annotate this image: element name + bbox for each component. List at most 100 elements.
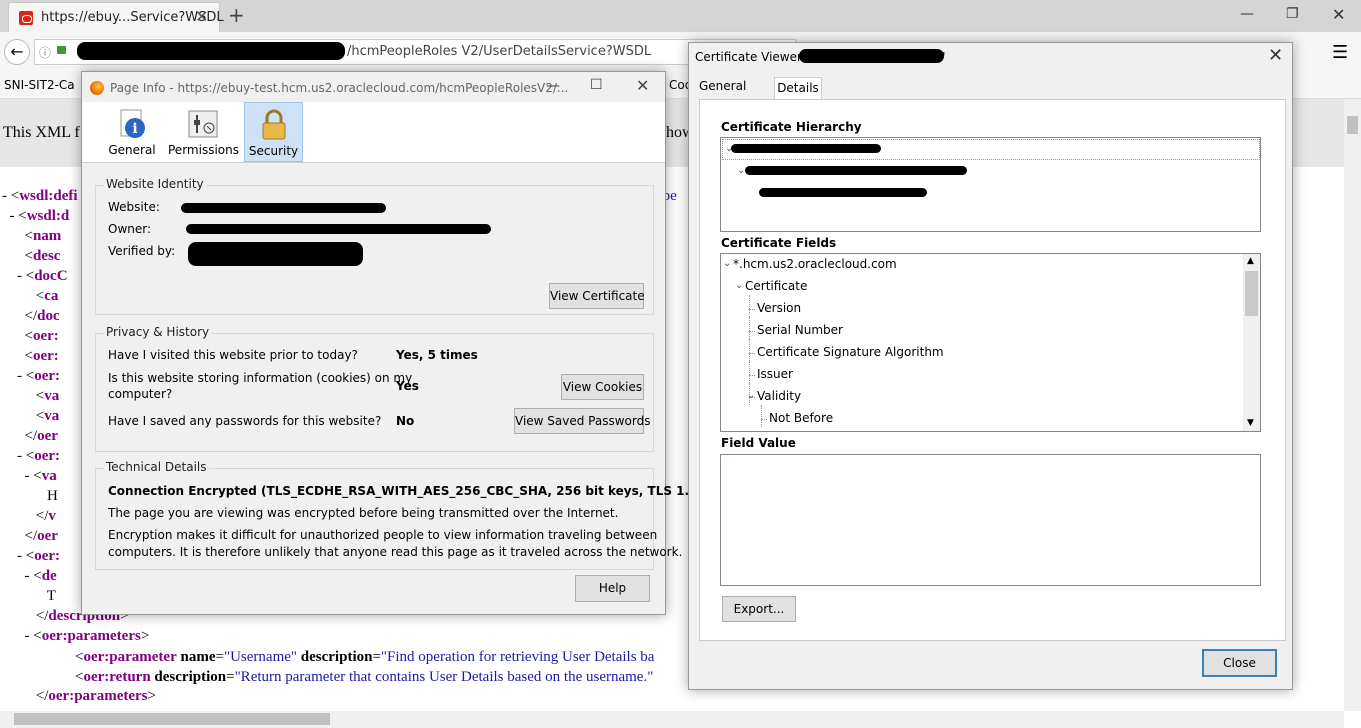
tab-close-icon[interactable]: ✕ (195, 7, 208, 26)
minimize-button[interactable]: — (546, 78, 560, 94)
xml-prefix: </ (2, 688, 49, 704)
close-button[interactable]: Close (1202, 649, 1277, 677)
window-minimize-button[interactable]: — (1240, 6, 1254, 22)
lock-icon (57, 46, 66, 54)
xml-line: - <docC (2, 268, 68, 285)
field-value-box[interactable] (720, 454, 1261, 586)
certificate-field-item[interactable]: Version (757, 301, 801, 315)
lock-icon (262, 109, 285, 140)
tab-security[interactable]: Security (244, 102, 303, 162)
certificate-field-item[interactable]: Not Before (769, 411, 833, 425)
xml-rest: > (147, 688, 156, 704)
xml-tag: oer (37, 528, 58, 544)
scroll-up-icon[interactable]: ▲ (1247, 256, 1254, 266)
cookies-question-cont: computer? (108, 387, 173, 401)
chevron-down-icon[interactable]: ⌄ (747, 390, 755, 401)
certificate-field-item[interactable]: *.hcm.us2.oraclecloud.com (733, 257, 897, 271)
close-icon[interactable]: ✕ (1268, 45, 1283, 66)
page-info-dialog: Page Info - https://ebuy-test.hcm.us2.or… (81, 71, 703, 615)
group-heading: Technical Details (104, 460, 209, 474)
verified-by-label: Verified by: (108, 244, 176, 258)
xml-prefix: - < (2, 628, 42, 644)
new-tab-button[interactable]: + (228, 3, 245, 27)
xml-tag: va (44, 408, 60, 424)
horizontal-scroll-thumb[interactable] (14, 713, 330, 725)
back-button[interactable]: ← (4, 39, 30, 65)
xml-line: <va (2, 388, 59, 405)
certificate-field-item[interactable]: Certificate Signature Algorithm (757, 345, 944, 359)
tab-label: Security (248, 144, 299, 158)
tab-general[interactable]: General (699, 79, 746, 93)
xml-line: </oer (2, 528, 58, 545)
scroll-down-icon[interactable]: ▼ (1247, 418, 1254, 428)
xml-tag: wsdl:d (26, 208, 70, 224)
tree-connector (749, 375, 755, 376)
xml-tag: nam (32, 228, 62, 244)
xml-value: "Username" (223, 649, 298, 665)
xml-tag: doc (37, 308, 60, 324)
page-info-tabs: i General Permissions Security (82, 102, 665, 163)
view-saved-passwords-button[interactable]: View Saved Passwords (514, 408, 650, 434)
info-icon[interactable]: ⓘ (39, 44, 51, 61)
tab-general[interactable]: i General (107, 102, 157, 160)
banner-text: This XML f (3, 124, 80, 141)
xml-tag: va (44, 388, 60, 404)
tree-connector (761, 419, 767, 420)
fields-scroll-thumb[interactable] (1245, 271, 1258, 316)
xml-line: </oer (2, 428, 58, 445)
certificate-field-item[interactable]: Validity (757, 389, 801, 403)
url-text: /hcmPeopleRoles V2/UserDetailsService?WS… (347, 44, 652, 59)
xml-prefix: - < (2, 368, 35, 384)
certificate-field-item[interactable]: Issuer (757, 367, 793, 381)
xml-line: <ca (2, 288, 59, 305)
xml-line: - <oer: (2, 448, 60, 465)
cookies-question: Is this website storing information (coo… (108, 371, 413, 385)
chevron-down-icon[interactable]: ⌄ (723, 258, 731, 269)
xml-prefix: - < (2, 468, 42, 484)
bookmark-item[interactable]: SNI-SIT2-Ca (4, 78, 75, 92)
redaction-mark (186, 224, 491, 234)
maximize-button[interactable]: ☐ (590, 77, 603, 93)
redaction-mark (799, 49, 944, 63)
xml-tag: oer: (34, 368, 61, 384)
hierarchy-heading: Certificate Hierarchy (721, 120, 862, 134)
xml-tag: oer:parameters (41, 628, 141, 644)
vertical-scroll-thumb[interactable] (1347, 116, 1358, 134)
certificate-fields-tree[interactable]: ⌄ *.hcm.us2.oraclecloud.com ⌄ Certificate Ve… (720, 253, 1261, 432)
xml-tag: desc (32, 248, 61, 264)
tab-details[interactable]: Details (774, 77, 822, 99)
vertical-scrollbar[interactable] (1344, 99, 1361, 711)
url-bar[interactable]: ⓘ /hcmPeopleRoles V2/UserDetailsService?… (34, 39, 796, 65)
menu-icon[interactable]: ☰ (1332, 42, 1348, 63)
xml-line: - <oer:parameters> (2, 628, 150, 645)
window-close-button[interactable]: ✕ (1332, 5, 1345, 24)
xml-prefix: </ (2, 528, 38, 544)
encryption-explanation: Encryption makes it difficult for unauth… (108, 528, 658, 542)
certificate-field-item[interactable]: Certificate (745, 279, 807, 293)
tree-connector (749, 361, 750, 383)
xml-tag: ca (44, 288, 59, 304)
tab-permissions[interactable]: Permissions (168, 102, 239, 160)
field-value-heading: Field Value (721, 436, 796, 450)
xml-prefix: - < (2, 448, 35, 464)
certificate-field-item[interactable]: Serial Number (757, 323, 843, 337)
xml-value: "Find operation for retrieving User Deta… (380, 649, 655, 665)
window-restore-button[interactable]: ❐ (1286, 6, 1299, 22)
close-button[interactable]: ✕ (636, 76, 649, 95)
chevron-down-icon[interactable]: ⌄ (735, 280, 743, 291)
connection-status: Connection Encrypted (TLS_ECDHE_RSA_WITH… (108, 484, 703, 498)
xml-attr: description (300, 649, 373, 665)
view-certificate-button[interactable]: View Certificate (549, 283, 645, 309)
xml-tag: oer:parameters (48, 688, 148, 704)
xml-line: <nam (2, 228, 62, 245)
browser-tab[interactable]: https://ebuy...Service?WSDL ✕ (8, 2, 224, 33)
view-cookies-button[interactable]: View Cookies (561, 374, 644, 400)
export-button[interactable]: Export... (722, 596, 796, 622)
xml-rest: > (140, 628, 150, 644)
svg-text:i: i (132, 121, 137, 137)
xml-prefix: </ (2, 428, 38, 444)
certificate-hierarchy-tree[interactable]: ⌄ ⌄ (720, 137, 1261, 232)
help-button[interactable]: Help (575, 575, 650, 602)
encryption-explanation-cont: computers. It is therefore unlikely that… (108, 545, 683, 559)
xml-param-line: <oer:parameter name="Username" descripti… (75, 649, 655, 665)
